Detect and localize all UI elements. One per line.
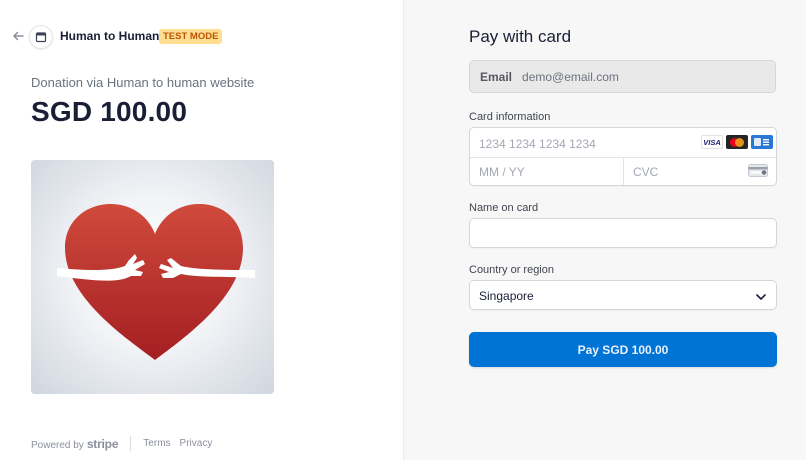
country-label: Country or region — [469, 264, 554, 276]
card-information-label: Card information — [469, 111, 551, 123]
expiry-placeholder: MM / YY — [479, 165, 525, 179]
email-field: Email demo@email.com — [469, 60, 776, 93]
amex-icon — [751, 135, 773, 149]
footer: Powered by stripe Terms Privacy — [31, 436, 221, 451]
name-on-card-label: Name on card — [469, 202, 539, 214]
order-summary-panel: Human to Human TEST MODE Donation via Hu… — [0, 0, 404, 460]
card-back-icon — [748, 164, 768, 177]
store-icon — [30, 26, 52, 48]
powered-by[interactable]: Powered by stripe — [31, 436, 119, 451]
card-number-placeholder: 1234 1234 1234 1234 — [479, 137, 596, 151]
card-cvc-input[interactable]: CVC — [624, 157, 776, 185]
card-number-input[interactable]: 1234 1234 1234 1234 VISA — [470, 128, 776, 158]
email-label: Email — [480, 69, 513, 84]
powered-by-label: Powered by — [31, 439, 84, 451]
test-mode-badge: TEST MODE — [159, 29, 223, 44]
back-arrow-icon[interactable] — [11, 29, 25, 43]
heart-hug-illustration — [57, 204, 255, 360]
country-value: Singapore — [479, 289, 534, 303]
card-information-group: 1234 1234 1234 1234 VISA MM / YY CVC — [469, 127, 777, 186]
visa-icon: VISA — [701, 135, 723, 149]
card-brands: VISA — [701, 135, 773, 149]
name-on-card-input[interactable] — [469, 218, 777, 248]
product-image — [31, 160, 274, 394]
stripe-logo: stripe — [86, 436, 119, 451]
footer-divider — [130, 436, 132, 451]
email-value: demo@email.com — [522, 69, 619, 84]
card-expiry-input[interactable]: MM / YY — [470, 157, 624, 185]
pay-with-card-title: Pay with card — [469, 27, 572, 46]
mastercard-icon — [726, 135, 748, 149]
total-amount: SGD 100.00 — [31, 96, 188, 127]
cvc-placeholder: CVC — [633, 165, 659, 179]
terms-link[interactable]: Terms — [143, 438, 170, 449]
privacy-link[interactable]: Privacy — [180, 438, 213, 449]
chevron-down-icon — [755, 290, 767, 302]
pay-button[interactable]: Pay SGD 100.00 — [469, 332, 777, 367]
product-name: Donation via Human to human website — [31, 75, 255, 90]
merchant-name: Human to Human — [60, 29, 160, 43]
country-select[interactable]: Singapore — [469, 280, 777, 310]
